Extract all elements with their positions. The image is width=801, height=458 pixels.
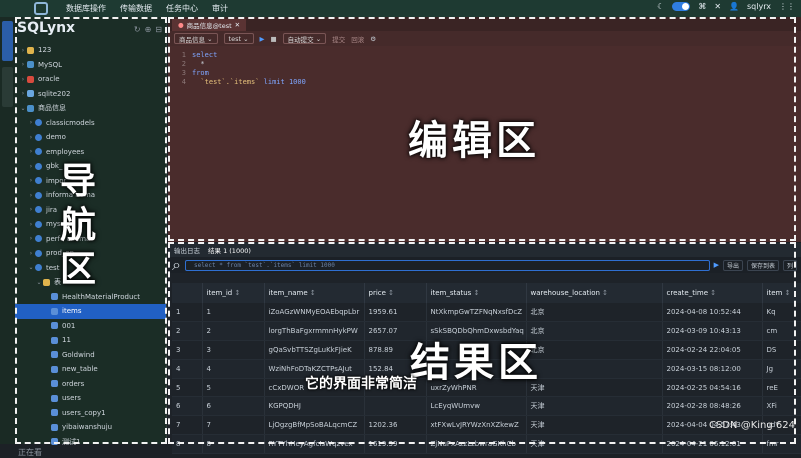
editor-area-label: 编辑区 — [408, 118, 540, 164]
nav-area-label: 导航区 — [60, 160, 104, 292]
nav-label-char: 导 — [60, 161, 97, 202]
menu-db-ops[interactable]: 数据库操作 — [66, 3, 106, 14]
nav-label-char: 航 — [60, 205, 97, 246]
menu-transfer[interactable]: 传输数据 — [120, 3, 152, 14]
close-x-icon[interactable]: ✕ — [714, 2, 721, 11]
nav-label-char: 区 — [60, 249, 97, 290]
menu-grid-icon[interactable]: ⋮⋮ — [779, 2, 795, 11]
video-caption: 它的界面非常简洁 — [305, 376, 417, 392]
strip-tab-connections[interactable] — [2, 21, 13, 61]
result-area-label: 结果区 — [410, 340, 542, 386]
app-logo-icon — [34, 2, 48, 15]
user-name[interactable]: sqlyrx — [747, 2, 771, 11]
top-right-controls: ☾ ⌘ ✕ 👤 sqlyrx ⋮⋮ — [657, 2, 795, 11]
left-activity-strip — [0, 17, 15, 444]
menu-audit[interactable]: 审计 — [212, 3, 228, 14]
strip-tab-scripts[interactable] — [2, 67, 13, 107]
main-menu: 数据库操作 传输数据 任务中心 审计 — [66, 3, 228, 14]
translate-icon[interactable]: ⌘ — [698, 2, 706, 11]
watermark: CSDN @King 624 — [709, 420, 795, 431]
menu-task-center[interactable]: 任务中心 — [166, 3, 198, 14]
user-icon[interactable]: 👤 — [729, 2, 739, 11]
sidebar-status: 正在看 — [18, 448, 42, 457]
top-bar: 数据库操作 传输数据 任务中心 审计 ☾ ⌘ ✕ 👤 sqlyrx ⋮⋮ — [0, 0, 801, 17]
theme-toggle[interactable] — [672, 2, 691, 11]
moon-icon[interactable]: ☾ — [657, 2, 664, 11]
